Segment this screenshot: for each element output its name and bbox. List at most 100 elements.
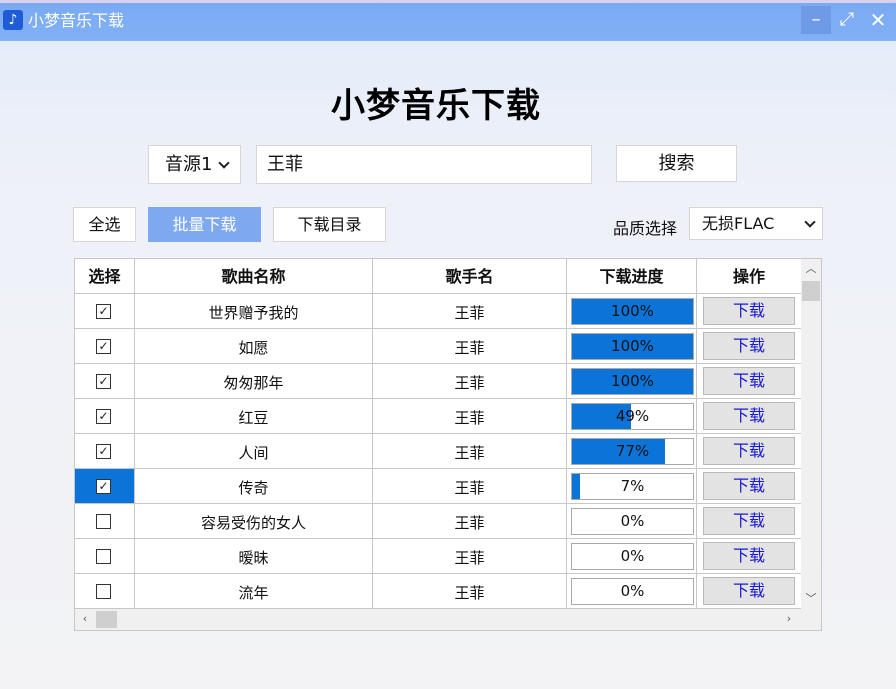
row-checkbox[interactable] <box>96 514 111 529</box>
quality-select[interactable]: 无损FLAC <box>689 207 823 240</box>
download-directory-button[interactable]: 下载目录 <box>273 207 386 242</box>
music-note-icon: ♪ <box>3 10 23 30</box>
scroll-left-icon[interactable]: ‹ <box>77 611 93 627</box>
download-button[interactable]: 下载 <box>703 437 795 465</box>
progress-cell: 100% <box>567 329 697 364</box>
scroll-down-icon[interactable]: ﹀ <box>803 591 819 607</box>
select-cell[interactable]: ✓ <box>75 399 135 434</box>
row-checkbox[interactable]: ✓ <box>96 409 111 424</box>
artist-cell: 王菲 <box>373 574 567 609</box>
horizontal-scrollbar[interactable]: ‹ › <box>75 609 801 630</box>
song-name-cell: 匆匆那年 <box>135 364 373 399</box>
download-button[interactable]: 下载 <box>703 577 795 605</box>
select-cell[interactable]: ✓ <box>75 364 135 399</box>
scroll-up-icon[interactable]: ︿ <box>803 261 819 277</box>
download-button[interactable]: 下载 <box>703 402 795 430</box>
artist-cell: 王菲 <box>373 364 567 399</box>
table-row[interactable]: 暧昧 王菲 0% 下载 <box>75 539 801 574</box>
progress-text: 49% <box>615 407 650 425</box>
vertical-scroll-thumb[interactable] <box>802 281 820 301</box>
column-header-select[interactable]: 选择 <box>75 259 135 294</box>
horizontal-scroll-thumb[interactable] <box>96 611 117 628</box>
table-row[interactable]: ✓ 匆匆那年 王菲 100% 下载 <box>75 364 801 399</box>
row-checkbox[interactable]: ✓ <box>96 374 111 389</box>
select-all-button[interactable]: 全选 <box>73 207 136 242</box>
artist-cell: 王菲 <box>373 434 567 469</box>
progress-text: 0% <box>620 582 645 600</box>
column-header-artist[interactable]: 歌手名 <box>373 259 567 294</box>
download-button[interactable]: 下载 <box>703 507 795 535</box>
table-header: 选择 歌曲名称 歌手名 下载进度 操作 <box>75 259 801 294</box>
chevron-down-icon <box>804 216 816 228</box>
download-progress-bar: 0% <box>571 578 694 605</box>
table-row[interactable]: ✓ 传奇 王菲 7% 下载 <box>75 469 801 504</box>
select-cell[interactable]: ✓ <box>75 469 135 504</box>
progress-cell: 100% <box>567 364 697 399</box>
progress-cell: 0% <box>567 574 697 609</box>
page-title: 小梦音乐下载 <box>331 86 541 126</box>
search-input[interactable]: 王菲 <box>256 145 592 184</box>
vertical-scrollbar[interactable]: ︿ ﹀ <box>801 259 821 609</box>
artist-cell: 王菲 <box>373 469 567 504</box>
download-button[interactable]: 下载 <box>703 332 795 360</box>
select-cell[interactable] <box>75 504 135 539</box>
download-button[interactable]: 下载 <box>703 367 795 395</box>
column-header-progress[interactable]: 下载进度 <box>567 259 697 294</box>
action-cell: 下载 <box>697 294 801 329</box>
download-progress-bar: 7% <box>571 473 694 500</box>
table-row[interactable]: 容易受伤的女人 王菲 0% 下载 <box>75 504 801 539</box>
column-header-song[interactable]: 歌曲名称 <box>135 259 373 294</box>
download-button[interactable]: 下载 <box>703 542 795 570</box>
action-cell: 下载 <box>697 329 801 364</box>
table-row[interactable]: ✓ 人间 王菲 77% 下载 <box>75 434 801 469</box>
progress-text: 100% <box>611 337 654 355</box>
row-checkbox[interactable] <box>96 584 111 599</box>
scroll-right-icon[interactable]: › <box>781 611 797 627</box>
row-checkbox[interactable]: ✓ <box>96 339 111 354</box>
search-button[interactable]: 搜索 <box>616 145 737 182</box>
progress-text: 100% <box>611 302 654 320</box>
download-progress-bar: 77% <box>571 438 694 465</box>
row-checkbox[interactable]: ✓ <box>96 479 111 494</box>
song-name-cell: 世界赠予我的 <box>135 294 373 329</box>
row-checkbox[interactable]: ✓ <box>96 444 111 459</box>
table-row[interactable]: ✓ 红豆 王菲 49% 下载 <box>75 399 801 434</box>
progress-cell: 49% <box>567 399 697 434</box>
table-row[interactable]: ✓ 世界赠予我的 王菲 100% 下载 <box>75 294 801 329</box>
batch-download-button[interactable]: 批量下载 <box>148 207 261 242</box>
maximize-button[interactable]: ⤢ <box>832 6 862 34</box>
minimize-button[interactable]: – <box>801 6 831 34</box>
source-select[interactable]: 音源1 <box>148 145 241 184</box>
song-table: 选择 歌曲名称 歌手名 下载进度 操作 ✓ 世界赠予我的 王菲 100% 下载 ✓ 如愿 王菲… <box>74 258 822 631</box>
chevron-down-icon <box>218 157 230 169</box>
action-cell: 下载 <box>697 539 801 574</box>
progress-text: 100% <box>611 372 654 390</box>
select-cell[interactable]: ✓ <box>75 434 135 469</box>
song-name-cell: 传奇 <box>135 469 373 504</box>
download-button[interactable]: 下载 <box>703 472 795 500</box>
download-progress-bar: 0% <box>571 508 694 535</box>
download-progress-bar: 49% <box>571 403 694 430</box>
download-button[interactable]: 下载 <box>703 297 795 325</box>
column-header-action[interactable]: 操作 <box>697 259 801 294</box>
song-name-cell: 流年 <box>135 574 373 609</box>
song-name-cell: 如愿 <box>135 329 373 364</box>
table-row[interactable]: ✓ 如愿 王菲 100% 下载 <box>75 329 801 364</box>
table-row[interactable]: 流年 王菲 0% 下载 <box>75 574 801 609</box>
action-cell: 下载 <box>697 399 801 434</box>
select-cell[interactable] <box>75 539 135 574</box>
window-title: 小梦音乐下载 <box>28 11 125 30</box>
select-cell[interactable]: ✓ <box>75 294 135 329</box>
close-button[interactable]: ✕ <box>863 6 893 34</box>
select-cell[interactable] <box>75 574 135 609</box>
row-checkbox[interactable] <box>96 549 111 564</box>
select-cell[interactable]: ✓ <box>75 329 135 364</box>
row-checkbox[interactable]: ✓ <box>96 304 111 319</box>
progress-cell: 100% <box>567 294 697 329</box>
action-cell: 下载 <box>697 469 801 504</box>
progress-text: 7% <box>620 477 645 495</box>
action-cell: 下载 <box>697 504 801 539</box>
source-select-value: 音源1 <box>165 154 213 175</box>
title-bar: ♪ 小梦音乐下载 – ⤢ ✕ <box>0 0 896 41</box>
song-name-cell: 人间 <box>135 434 373 469</box>
